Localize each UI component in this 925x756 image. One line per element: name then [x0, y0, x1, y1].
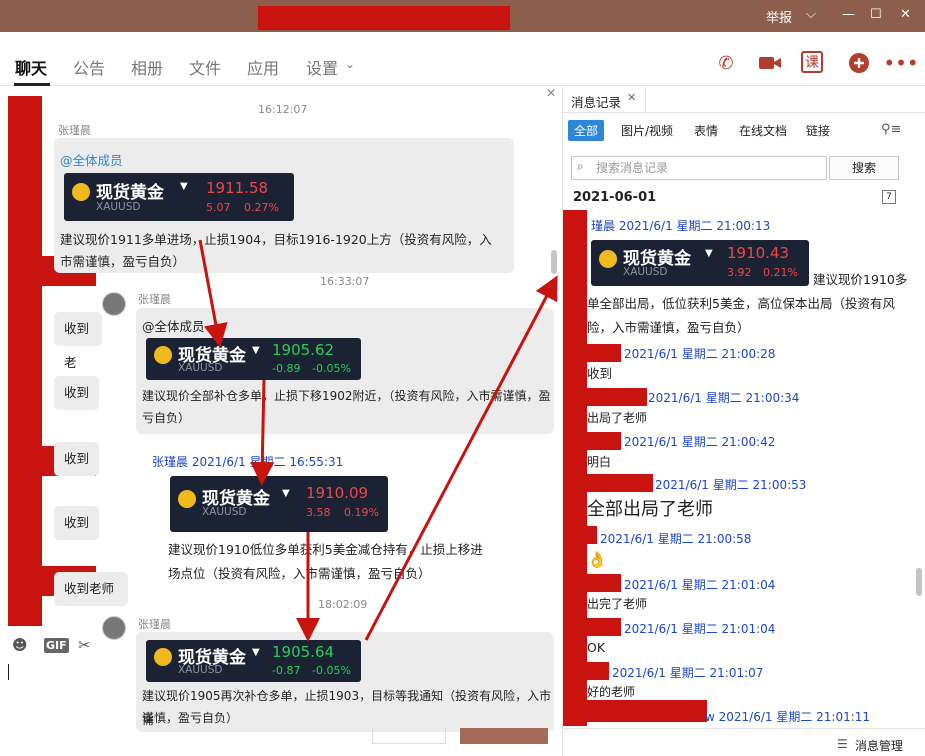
annotation-arrow	[250, 379, 275, 486]
annotation-arrows	[198, 239, 558, 642]
annotation-arrow	[364, 275, 558, 641]
annotation-arrow	[198, 239, 228, 348]
